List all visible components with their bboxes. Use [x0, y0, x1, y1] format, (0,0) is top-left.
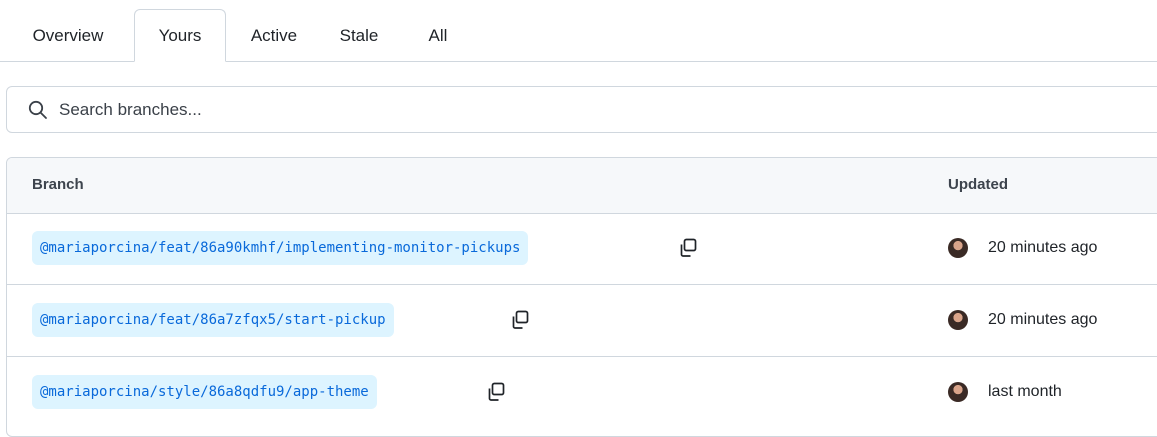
tab-yours[interactable]: Yours	[134, 9, 226, 62]
tab-active[interactable]: Active	[232, 9, 316, 62]
branch-name-link[interactable]: @mariaporcina/style/86a8qdfu9/app-theme	[32, 375, 377, 409]
updated-column-header: Updated	[948, 176, 1008, 193]
updated-time: 20 minutes ago	[988, 311, 1098, 328]
table-row: @mariaporcina/style/86a8qdfu9/app-theme …	[7, 357, 1157, 429]
table-row: @mariaporcina/feat/86a7zfqx5/start-picku…	[7, 285, 1157, 357]
avatar	[948, 238, 968, 258]
tab-all[interactable]: All	[410, 9, 466, 62]
updated-time: 20 minutes ago	[988, 239, 1098, 256]
table-row: @mariaporcina/feat/86a90kmhf/implementin…	[7, 213, 1157, 285]
copy-icon[interactable]	[485, 381, 507, 403]
updated-time: last month	[988, 383, 1062, 400]
copy-icon[interactable]	[509, 309, 531, 331]
branch-column-header: Branch	[32, 176, 84, 193]
tab-stale[interactable]: Stale	[326, 9, 392, 62]
table-header: Branch Updated	[7, 158, 1157, 214]
copy-icon[interactable]	[677, 237, 699, 259]
search-box[interactable]	[6, 86, 1157, 133]
branch-name-link[interactable]: @mariaporcina/feat/86a90kmhf/implementin…	[32, 231, 529, 265]
branch-name-link[interactable]: @mariaporcina/feat/86a7zfqx5/start-picku…	[32, 303, 394, 337]
avatar	[948, 310, 968, 330]
search-icon	[28, 100, 47, 119]
avatar	[948, 382, 968, 402]
branch-tabs: Overview Yours Active Stale All	[0, 0, 1157, 62]
branches-table: Branch Updated @mariaporcina/feat/86a90k…	[6, 157, 1157, 437]
search-input[interactable]	[59, 95, 659, 125]
tab-overview[interactable]: Overview	[8, 9, 128, 62]
